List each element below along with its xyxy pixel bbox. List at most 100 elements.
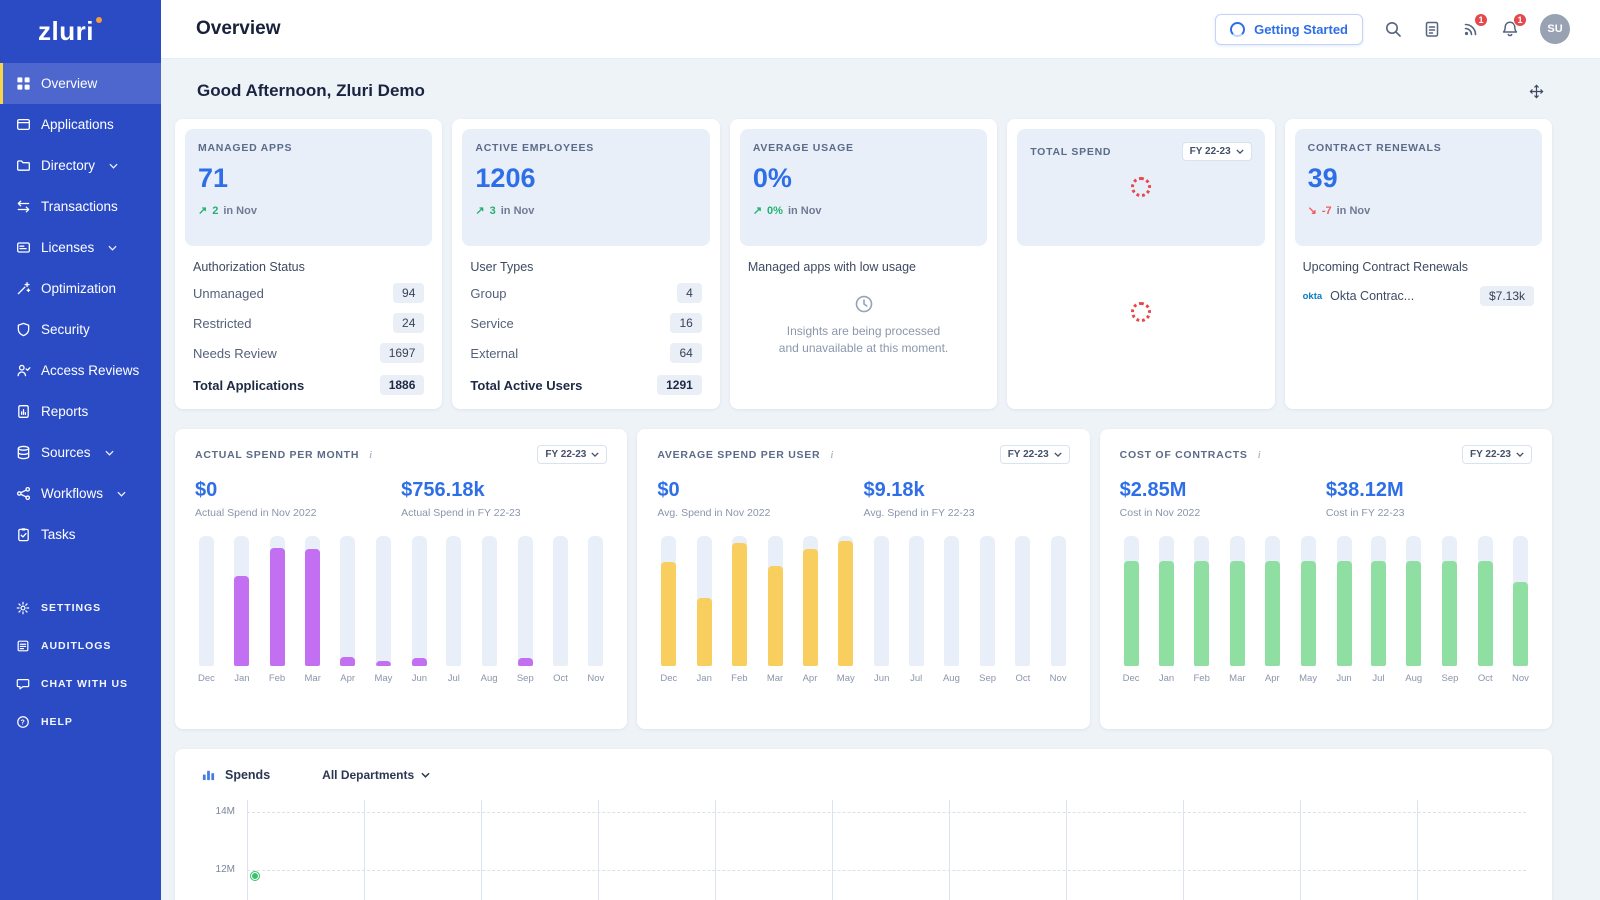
sidebar-item-security[interactable]: Security: [0, 309, 161, 350]
renewal-list-item[interactable]: okta Okta Contrac... $7.13k: [1303, 278, 1534, 314]
bar-column: Apr: [803, 536, 818, 684]
sidebar-item-workflows[interactable]: Workflows: [0, 473, 161, 514]
sidebar-item-auditlogs[interactable]: AUDITLOGS: [0, 627, 161, 665]
fy-filter-select[interactable]: FY 22-23: [1462, 445, 1532, 464]
fy-filter-select[interactable]: FY 22-23: [1000, 445, 1070, 464]
bar-column: Nov: [587, 536, 604, 684]
move-cursor-icon[interactable]: [1529, 84, 1544, 99]
chevron-down-icon: [117, 491, 126, 497]
svg-text:?: ?: [20, 720, 25, 727]
sidebar-item-optimization[interactable]: Optimization: [0, 268, 161, 309]
sidebar-item-reports[interactable]: Reports: [0, 391, 161, 432]
chevron-down-icon: [108, 245, 117, 251]
insights-processing-message: Insights are being processed and unavail…: [748, 294, 979, 358]
chevron-down-icon: [591, 452, 599, 457]
contract-renewals-card: CONTRACT RENEWALS 39 ↘ -7 in Nov Upcomin…: [1285, 119, 1552, 409]
y-axis-tick: 14M: [201, 806, 235, 817]
broadcast-badge: 1: [1474, 13, 1488, 27]
list-item: Unmanaged 94: [193, 278, 424, 308]
sidebar-item-label: Access Reviews: [41, 363, 139, 378]
getting-started-button[interactable]: Getting Started: [1215, 14, 1363, 45]
row-label: External: [470, 346, 518, 361]
trend-up-icon: ↗: [198, 204, 207, 217]
license-card-icon: [15, 240, 31, 256]
total-label: Total Applications: [193, 378, 304, 393]
search-icon[interactable]: [1384, 20, 1402, 38]
spends-title: Spends: [225, 768, 270, 782]
broadcast-icon[interactable]: 1: [1462, 20, 1480, 38]
sidebar-item-chat-with-us[interactable]: CHAT WITH US: [0, 665, 161, 703]
trend-suffix: in Nov: [223, 205, 257, 217]
chevron-down-icon: [105, 450, 114, 456]
report-doc-icon: [15, 404, 31, 420]
bar-column: Jul: [446, 536, 461, 684]
department-filter-select[interactable]: All Departments: [322, 768, 430, 782]
chevron-down-icon: [1516, 452, 1524, 457]
bell-icon[interactable]: 1: [1501, 20, 1519, 38]
greeting-text: Good Afternoon, Zluri Demo: [197, 81, 425, 101]
avatar[interactable]: SU: [1540, 14, 1570, 44]
card-title: CONTRACT RENEWALS: [1308, 142, 1529, 154]
row-value-badge: 4: [677, 283, 702, 303]
metric-label: Avg. Spend in Nov 2022: [657, 507, 863, 519]
total-spend-summary: TOTAL SPEND FY 22-23: [1017, 129, 1264, 246]
fy-filter-select[interactable]: FY 22-23: [1182, 142, 1252, 161]
card-title: TOTAL SPEND: [1030, 146, 1111, 158]
app-root: zluri Overview Applications Directory Tr…: [0, 0, 1600, 900]
loading-spinner: [1131, 302, 1151, 322]
trend-suffix: in Nov: [788, 205, 822, 217]
sidebar-item-label: Applications: [41, 117, 114, 132]
sidebar-item-access-reviews[interactable]: Access Reviews: [0, 350, 161, 391]
zluri-logo[interactable]: zluri: [0, 0, 161, 63]
info-icon[interactable]: i: [369, 449, 372, 461]
spends-chart: 14M 12M: [201, 812, 1526, 900]
info-icon[interactable]: i: [830, 449, 833, 461]
clipboard-icon[interactable]: [1423, 20, 1441, 38]
active-employees-summary: ACTIVE EMPLOYEES 1206 ↗ 3 in Nov: [462, 129, 709, 246]
managed-apps-summary: MANAGED APPS 71 ↗ 2 in Nov: [185, 129, 432, 246]
sidebar-item-tasks[interactable]: Tasks: [0, 514, 161, 555]
sidebar-item-overview[interactable]: Overview: [0, 63, 161, 104]
metric-label: Avg. Spend in FY 22-23: [864, 507, 1070, 519]
folder-icon: [15, 158, 31, 174]
bar-column: Aug: [943, 536, 960, 684]
sidebar-item-sources[interactable]: Sources: [0, 432, 161, 473]
chevron-down-icon: [1054, 452, 1062, 457]
info-icon[interactable]: i: [1258, 449, 1261, 461]
sidebar-item-licenses[interactable]: Licenses: [0, 227, 161, 268]
transfer-arrows-icon: [15, 199, 31, 215]
sidebar-item-label: Sources: [41, 445, 91, 460]
workflow-nodes-icon: [15, 486, 31, 502]
sidebar-item-directory[interactable]: Directory: [0, 145, 161, 186]
fy-label: FY 22-23: [1470, 449, 1511, 460]
sidebar-item-label: Tasks: [41, 527, 76, 542]
average-usage-card: AVERAGE USAGE 0% ↗ 0% in Nov Managed app…: [730, 119, 997, 409]
metric-value: $2.85M: [1120, 479, 1326, 502]
bar-column: May: [374, 536, 392, 684]
chart-cards-row: ACTUAL SPEND PER MONTH i FY 22-23 $0 Act…: [175, 429, 1552, 729]
metric-value: $38.12M: [1326, 479, 1532, 502]
processing-clock-icon: [854, 294, 874, 314]
okta-logo: okta: [1303, 291, 1323, 302]
trend-suffix: in Nov: [1337, 205, 1371, 217]
sidebar-item-applications[interactable]: Applications: [0, 104, 161, 145]
sidebar-item-settings[interactable]: SETTINGS: [0, 589, 161, 627]
y-axis-tick: 12M: [201, 864, 235, 875]
list-item: Needs Review 1697: [193, 338, 424, 368]
chevron-down-icon: [109, 163, 118, 169]
bell-badge: 1: [1513, 13, 1527, 27]
section-title: User Types: [470, 260, 701, 274]
fy-filter-select[interactable]: FY 22-23: [537, 445, 607, 464]
card-title: MANAGED APPS: [198, 142, 419, 154]
fy-label: FY 22-23: [1008, 449, 1049, 460]
bar-column: Jul: [1371, 536, 1386, 684]
sidebar-item-transactions[interactable]: Transactions: [0, 186, 161, 227]
trend-up-icon: ↗: [753, 204, 762, 217]
sidebar-footer: SETTINGS AUDITLOGS CHAT WITH US ? HELP: [0, 589, 161, 741]
card-value: 0%: [753, 163, 974, 194]
renewal-name: Okta Contrac...: [1330, 289, 1472, 303]
department-filter-label: All Departments: [322, 768, 414, 782]
sidebar-item-help[interactable]: ? HELP: [0, 703, 161, 741]
bar-column: Feb: [1193, 536, 1209, 684]
chart-title: ACTUAL SPEND PER MONTH: [195, 449, 359, 461]
